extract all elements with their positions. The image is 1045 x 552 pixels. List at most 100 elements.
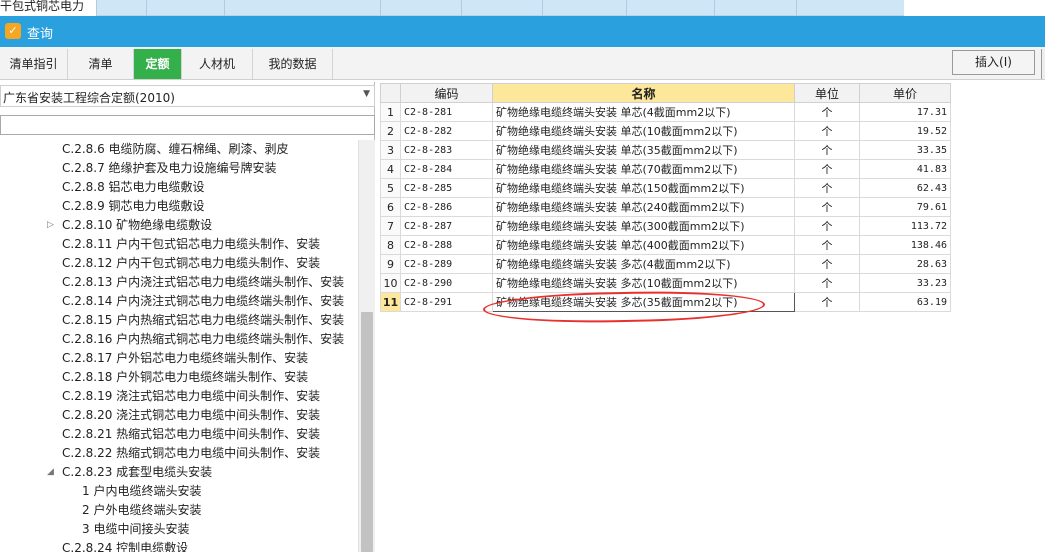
row-number-cell[interactable]: 10: [380, 273, 401, 293]
price-cell[interactable]: 79.61: [859, 197, 951, 217]
row-number-cell[interactable]: 11: [380, 292, 401, 312]
name-cell[interactable]: 矿物绝缘电缆终端头安装 单芯(240截面mm2以下): [492, 197, 795, 217]
row-number-cell[interactable]: 6: [380, 197, 401, 217]
unit-cell[interactable]: 个: [794, 235, 860, 255]
row-number-cell[interactable]: 9: [380, 254, 401, 274]
table-row[interactable]: 4 C2-8-284 矿物绝缘电缆终端头安装 单芯(70截面mm2以下) 个 41.83: [380, 159, 951, 179]
tab-bill-guide[interactable]: 清单指引: [0, 49, 68, 79]
code-cell[interactable]: C2-8-285: [400, 178, 493, 198]
tree-item[interactable]: C.2.8.24 控制电缆敷设: [62, 539, 188, 552]
tab-my-data[interactable]: 我的数据: [253, 49, 333, 79]
code-cell[interactable]: C2-8-291: [400, 292, 493, 312]
code-cell[interactable]: C2-8-288: [400, 235, 493, 255]
quota-library-select[interactable]: 广东省安装工程综合定额(2010) ▼: [0, 85, 375, 107]
table-row[interactable]: 8 C2-8-288 矿物绝缘电缆终端头安装 单芯(400截面mm2以下) 个 138.…: [380, 235, 951, 255]
name-cell[interactable]: 矿物绝缘电缆终端头安装 单芯(70截面mm2以下): [492, 159, 795, 179]
unit-cell[interactable]: 个: [794, 292, 860, 312]
price-cell[interactable]: 19.52: [859, 121, 951, 141]
code-cell[interactable]: C2-8-286: [400, 197, 493, 217]
tree-item[interactable]: ▷ C.2.8.10 矿物绝缘电缆敷设: [47, 216, 212, 235]
code-cell[interactable]: C2-8-290: [400, 273, 493, 293]
tree-item[interactable]: C.2.8.17 户外铝芯电力电缆终端头制作、安装: [62, 349, 308, 368]
unit-cell[interactable]: 个: [794, 273, 860, 293]
name-cell[interactable]: 矿物绝缘电缆终端头安装 多芯(4截面mm2以下): [492, 254, 795, 274]
chevron-down-icon[interactable]: ▼: [363, 89, 370, 99]
tree-item[interactable]: C.2.8.14 户内浇注式铜芯电力电缆终端头制作、安装: [62, 292, 344, 311]
unit-cell[interactable]: 个: [794, 216, 860, 236]
unit-cell[interactable]: 个: [794, 140, 860, 160]
name-cell[interactable]: 矿物绝缘电缆终端头安装 单芯(400截面mm2以下): [492, 235, 795, 255]
name-cell[interactable]: 矿物绝缘电缆终端头安装 单芯(10截面mm2以下): [492, 121, 795, 141]
row-number-cell[interactable]: 3: [380, 140, 401, 160]
name-cell[interactable]: 矿物绝缘电缆终端头安装 多芯(10截面mm2以下): [492, 273, 795, 293]
row-number-cell[interactable]: 7: [380, 216, 401, 236]
table-row[interactable]: 11 C2-8-291 矿物绝缘电缆终端头安装 多芯(35截面mm2以下) 个 63.1…: [380, 292, 951, 312]
unit-cell[interactable]: 个: [794, 178, 860, 198]
tree-item[interactable]: C.2.8.7 绝缘护套及电力设施编号牌安装: [62, 159, 277, 178]
column-header-price[interactable]: 单价: [859, 83, 951, 103]
tab-labor-material-machine[interactable]: 人材机: [182, 49, 253, 79]
table-row[interactable]: 3 C2-8-283 矿物绝缘电缆终端头安装 单芯(35截面mm2以下) 个 33.35: [380, 140, 951, 160]
tree-item[interactable]: C.2.8.16 户内热缩式铜芯电力电缆终端头制作、安装: [62, 330, 344, 349]
price-cell[interactable]: 113.72: [859, 216, 951, 236]
expand-arrow-icon[interactable]: ▷: [47, 216, 54, 235]
tree-item[interactable]: ◢ C.2.8.23 成套型电缆头安装: [47, 463, 212, 482]
tree-scrollbar[interactable]: [358, 140, 375, 552]
row-number-cell[interactable]: 4: [380, 159, 401, 179]
tree-item[interactable]: C.2.8.18 户外铜芯电力电缆终端头制作、安装: [62, 368, 308, 387]
tab-bill[interactable]: 清单: [68, 49, 134, 79]
tree-item[interactable]: C.2.8.8 铝芯电力电缆敷设: [62, 178, 205, 197]
code-cell[interactable]: C2-8-289: [400, 254, 493, 274]
row-number-cell[interactable]: 5: [380, 178, 401, 198]
tree-item[interactable]: C.2.8.12 户内干包式铜芯电力电缆头制作、安装: [62, 254, 320, 273]
unit-cell[interactable]: 个: [794, 159, 860, 179]
tree-item[interactable]: C.2.8.20 浇注式铜芯电力电缆中间头制作、安装: [62, 406, 320, 425]
price-cell[interactable]: 62.43: [859, 178, 951, 198]
tree-item[interactable]: C.2.8.19 浇注式铝芯电力电缆中间头制作、安装: [62, 387, 320, 406]
code-cell[interactable]: C2-8-284: [400, 159, 493, 179]
tree-item[interactable]: C.2.8.22 热缩式铜芯电力电缆中间头制作、安装: [62, 444, 320, 463]
name-cell[interactable]: 矿物绝缘电缆终端头安装 单芯(4截面mm2以下): [492, 102, 795, 122]
column-header-code[interactable]: 编码: [400, 83, 493, 103]
tree-search-input[interactable]: [0, 115, 375, 135]
tree-item[interactable]: C.2.8.9 铜芯电力电缆敷设: [62, 197, 205, 216]
tree-item[interactable]: 1 户内电缆终端头安装: [82, 482, 201, 501]
name-cell[interactable]: 矿物绝缘电缆终端头安装 多芯(35截面mm2以下): [492, 292, 795, 312]
tab-quota[interactable]: 定额: [134, 49, 182, 79]
unit-cell[interactable]: 个: [794, 254, 860, 274]
code-cell[interactable]: C2-8-281: [400, 102, 493, 122]
insert-button[interactable]: 插入(I): [952, 50, 1035, 75]
table-row[interactable]: 7 C2-8-287 矿物绝缘电缆终端头安装 单芯(300截面mm2以下) 个 113.…: [380, 216, 951, 236]
price-cell[interactable]: 33.23: [859, 273, 951, 293]
name-cell[interactable]: 矿物绝缘电缆终端头安装 单芯(150截面mm2以下): [492, 178, 795, 198]
unit-cell[interactable]: 个: [794, 197, 860, 217]
price-cell[interactable]: 63.19: [859, 292, 951, 312]
row-number-cell[interactable]: 1: [380, 102, 401, 122]
price-cell[interactable]: 17.31: [859, 102, 951, 122]
tree-scrollbar-thumb[interactable]: [361, 312, 373, 552]
table-row[interactable]: 6 C2-8-286 矿物绝缘电缆终端头安装 单芯(240截面mm2以下) 个 79.6…: [380, 197, 951, 217]
table-row[interactable]: 9 C2-8-289 矿物绝缘电缆终端头安装 多芯(4截面mm2以下) 个 28.63: [380, 254, 951, 274]
price-cell[interactable]: 138.46: [859, 235, 951, 255]
price-cell[interactable]: 28.63: [859, 254, 951, 274]
code-cell[interactable]: C2-8-283: [400, 140, 493, 160]
price-cell[interactable]: 41.83: [859, 159, 951, 179]
table-row[interactable]: 1 C2-8-281 矿物绝缘电缆终端头安装 单芯(4截面mm2以下) 个 17.31: [380, 102, 951, 122]
unit-cell[interactable]: 个: [794, 121, 860, 141]
tree-item[interactable]: C.2.8.21 热缩式铝芯电力电缆中间头制作、安装: [62, 425, 320, 444]
tree-item[interactable]: C.2.8.15 户内热缩式铝芯电力电缆终端头制作、安装: [62, 311, 344, 330]
tree-item[interactable]: 3 电缆中间接头安装: [82, 520, 189, 539]
tree-item[interactable]: C.2.8.13 户内浇注式铝芯电力电缆终端头制作、安装: [62, 273, 344, 292]
column-header-unit[interactable]: 单位: [794, 83, 860, 103]
code-cell[interactable]: C2-8-282: [400, 121, 493, 141]
price-cell[interactable]: 33.35: [859, 140, 951, 160]
row-number-cell[interactable]: 2: [380, 121, 401, 141]
name-cell[interactable]: 矿物绝缘电缆终端头安装 单芯(35截面mm2以下): [492, 140, 795, 160]
name-cell[interactable]: 矿物绝缘电缆终端头安装 单芯(300截面mm2以下): [492, 216, 795, 236]
tree-item[interactable]: C.2.8.11 户内干包式铝芯电力电缆头制作、安装: [62, 235, 320, 254]
table-row[interactable]: 10 C2-8-290 矿物绝缘电缆终端头安装 多芯(10截面mm2以下) 个 33.2…: [380, 273, 951, 293]
row-number-cell[interactable]: 8: [380, 235, 401, 255]
tree-item[interactable]: C.2.8.6 电缆防腐、缠石棉绳、刷漆、剥皮: [62, 140, 289, 159]
collapse-arrow-icon[interactable]: ◢: [47, 463, 54, 482]
unit-cell[interactable]: 个: [794, 102, 860, 122]
